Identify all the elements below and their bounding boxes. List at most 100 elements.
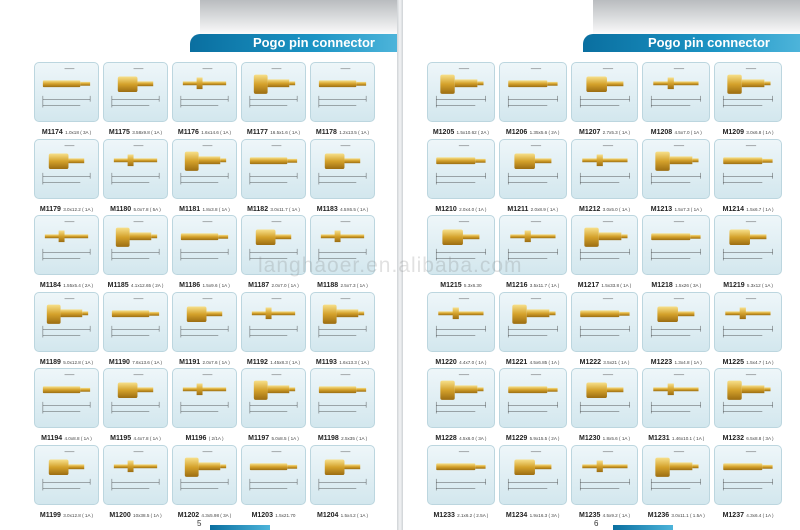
product-caption: M1200 10x38.5 ( 1A ) [109,506,161,520]
product-spec: 1.5x26 ( 3A ) [673,283,702,288]
pin-drawing [651,298,702,337]
product-spec: 1.5x6.7 ( 1A ) [744,206,774,212]
page-title-banner: Pogo pin connector [583,34,800,52]
product-model: M1182 [247,205,269,213]
product-spec: 4.4x7.8 ( 1A ) [132,436,161,441]
footer-bar [210,525,270,530]
product-spec: 3.0x11.1 ( 1.5A ) [670,512,705,518]
product-cell: M1178 1.2x13.5 ( 1A ) [310,62,375,139]
product-caption: M1202 4.3x5.98 ( 3A ) [178,506,232,520]
product-cell: M1236 3.0x11.1 ( 1.5A ) [642,444,711,522]
pin-drawing [42,68,91,108]
pin-drawing [436,298,486,337]
product-image-card [310,62,375,122]
product-spec: 2.1x6.2 ( 2.5A ) [455,512,489,518]
product-spec: 5.0x7.8 ( 5A ) [132,206,161,212]
pin-drawing [318,145,367,184]
product-caption: M1191 2.0x7.6 ( 1A ) [179,353,230,367]
product-spec: 6.5x8.8 ( 3A ) [744,436,774,441]
product-image-card [570,215,639,275]
product-grid: M1174 1.0x18 ( 3A ) M1175 3.58x9.8 ( 1A )… [34,62,375,521]
pin-drawing [579,68,630,108]
product-cell: M1220 4.4x7.0 ( 1A ) [427,291,495,369]
product-caption: M1228 4.5x6.0 ( 3A ) [435,429,486,443]
product-spec: 2.0x7.0 ( 1A ) [270,283,299,288]
page-number: 5 [197,519,202,528]
product-spec: 5.0x8.5 ( 1A ) [270,436,299,441]
product-caption: M1222 3.5x21 ( 1A ) [580,353,630,367]
pin-drawing [249,451,298,490]
product-cell: M1213 1.5x7.3 ( 1A ) [642,138,711,216]
product-image-card [34,138,99,199]
product-model: M1181 [179,205,201,213]
product-cell: M1189 5.0x12.8 ( 1A ) [34,291,99,369]
product-image-card [172,215,237,275]
product-image-card [570,62,639,122]
product-image-card [34,444,99,505]
pin-drawing [180,374,229,414]
product-image-card [103,291,168,352]
product-caption: M1190 7.6x13.6 ( 1A ) [109,353,162,367]
product-spec: 1.5x9.6 ( 1A ) [201,283,230,288]
product-spec: 4.4x7.0 ( 1A ) [457,359,487,365]
product-image-card [498,444,567,505]
product-caption: M1225 1.5x4.7 ( 1A ) [723,353,774,367]
product-image-card [172,368,237,428]
product-caption: M1209 3.0x6.8 ( 1A ) [723,123,774,137]
product-cell: M1207 2.7x5.3 ( 1A ) [570,62,639,139]
product-spec: 2.5x7.3 ( 1A ) [339,283,368,288]
product-model: M1233 [433,511,455,519]
product-image-card [642,138,711,199]
product-model: M1205 [432,129,455,136]
page-title: Pogo pin connector [252,35,375,50]
product-model: M1196 [185,435,207,442]
product-caption: M1229 5.9x15.5 ( 2A ) [506,429,560,443]
product-spec: 5.3x12 ( 1A ) [745,283,773,288]
product-image-card [241,138,306,199]
pin-drawing [579,374,630,414]
product-spec: 1.6x13.3 ( 1A ) [337,359,370,365]
product-model: M1206 [505,129,528,136]
product-image-card [103,138,168,199]
product-spec: 1.8x3.8 ( 1A ) [201,206,230,212]
product-model: M1204 [316,511,339,519]
product-caption: M1217 1.5x33.8 ( 1A ) [578,276,632,290]
product-caption: M1198 2.5x35 ( 1A ) [318,429,367,443]
product-model: M1194 [41,435,63,442]
product-cell: M1193 1.6x13.3 ( 1A ) [310,291,375,369]
product-cell: M1176 1.6x14.6 ( 1A ) [172,62,237,139]
pin-drawing [111,145,160,184]
product-spec: 1.2x13.5 ( 1A ) [337,130,370,135]
product-caption: M1212 3.0x5.0 ( 1A ) [579,200,630,214]
product-cell: M1200 10x38.5 ( 1A ) [103,444,168,522]
product-cell: M1181 1.8x3.8 ( 1A ) [172,138,237,216]
product-image-card [714,291,782,352]
product-caption: M1215 5.3x6.30 [440,276,481,290]
product-caption: M1192 1.45x8.3 ( 1A ) [247,353,300,367]
pin-drawing [723,451,773,490]
pin-drawing [318,68,367,108]
product-cell: M1203 1.5x21.70 [241,444,306,522]
pin-drawing [249,374,298,414]
product-model: M1199 [39,511,61,519]
product-cell: M1177 16.5x1.6 ( 1A ) [241,62,306,139]
product-spec: 3.0x12.8 ( 1A ) [61,512,94,518]
pin-drawing [318,451,367,490]
product-caption: M1179 3.0x12.2 ( 1A ) [40,200,93,214]
product-model: M1221 [505,358,528,366]
product-model: M1222 [579,358,602,366]
product-model: M1197 [248,435,270,442]
product-cell: M1210 2.0x4.0 ( 1A ) [427,138,495,216]
product-caption: M1183 4.5X6.5 ( 1A ) [317,200,368,214]
product-image-card [103,368,168,428]
product-model: M1174 [41,129,63,136]
product-caption: M1213 1.5x7.3 ( 1A ) [651,200,702,214]
product-image-card [498,368,567,428]
product-cell: M1235 4.5x9.2 ( 1A ) [570,444,639,522]
product-model: M1175 [108,129,130,136]
product-caption: M1188 2.5x7.3 ( 1A ) [317,276,368,290]
product-image-card [241,444,306,505]
product-cell: M1183 4.5X6.5 ( 1A ) [310,138,375,216]
product-caption: M1185 4.1x12.65 ( 2A ) [108,276,164,290]
product-image-card [172,62,237,122]
